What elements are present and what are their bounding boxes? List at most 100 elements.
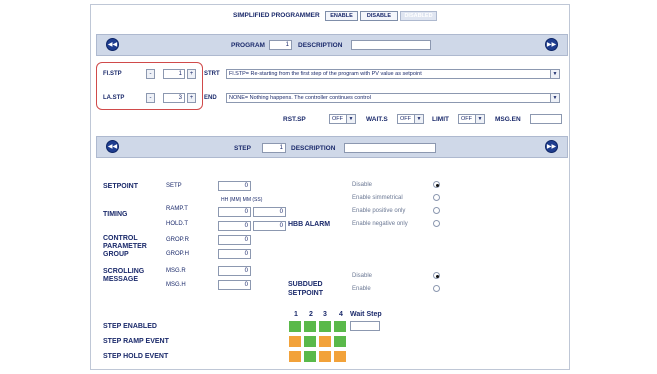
strt-select[interactable]: Fl.STP= Re-starting from the first step … bbox=[226, 69, 560, 79]
chevron-down-icon: ▼ bbox=[550, 94, 559, 102]
grop-h-input[interactable]: 0 bbox=[218, 249, 251, 259]
event-cell[interactable] bbox=[334, 336, 346, 347]
event-cell[interactable] bbox=[289, 351, 301, 362]
event-cell[interactable] bbox=[289, 321, 301, 332]
event-cell[interactable] bbox=[304, 336, 316, 347]
timing-label: TIMING bbox=[103, 211, 128, 218]
event-col-1: 1 bbox=[294, 311, 298, 318]
strt-label: STRT bbox=[204, 71, 220, 77]
prev-program-icon[interactable]: ◀◀ bbox=[106, 38, 119, 51]
subdued-option-label: Disable bbox=[352, 273, 373, 279]
msg-en-input[interactable] bbox=[530, 114, 562, 124]
event-cell[interactable] bbox=[334, 351, 346, 362]
grop-r-label: GROP.R bbox=[166, 237, 189, 243]
event-cell[interactable] bbox=[304, 321, 316, 332]
msg-en-label: MSG.EN bbox=[495, 116, 521, 123]
end-select-value: NONE= Nothing happens. The controller co… bbox=[229, 95, 371, 101]
chevron-down-icon: ▼ bbox=[550, 70, 559, 78]
wait-s-select[interactable]: OFF ▼ bbox=[397, 114, 424, 124]
end-label: END bbox=[204, 95, 217, 101]
hbb-radio-symmetrical[interactable] bbox=[433, 194, 440, 201]
event-cell[interactable] bbox=[319, 321, 331, 332]
grop-h-label: GROP.H bbox=[166, 251, 189, 257]
fl-stp-plus-button[interactable]: + bbox=[187, 69, 196, 79]
hbb-option-label: Enable positive only bbox=[352, 208, 406, 214]
fl-stp-minus-button[interactable]: - bbox=[146, 69, 155, 79]
rst-sp-value: OFF bbox=[332, 116, 343, 122]
program-description-input[interactable] bbox=[351, 40, 431, 50]
hold-t-label: HOLD.T bbox=[166, 221, 189, 227]
hbb-alarm-label: HBB ALARM bbox=[288, 221, 331, 228]
event-cell[interactable] bbox=[289, 336, 301, 347]
next-step-icon[interactable]: ▶▶ bbox=[545, 140, 558, 153]
subdued-radio-enable[interactable] bbox=[433, 285, 440, 292]
program-input[interactable]: 1 bbox=[269, 40, 292, 50]
setp-label: SETP bbox=[166, 183, 182, 189]
msg-r-input[interactable]: 0 bbox=[218, 266, 251, 276]
control-parameter-group-label: CONTROL PARAMETER GROUP bbox=[103, 235, 147, 258]
event-cell[interactable] bbox=[304, 351, 316, 362]
limit-label: LIMIT bbox=[432, 116, 449, 123]
page-title: SIMPLIFIED PROGRAMMER bbox=[233, 12, 320, 19]
la-stp-minus-button[interactable]: - bbox=[146, 93, 155, 103]
event-cell[interactable] bbox=[319, 336, 331, 347]
msg-h-label: MSG.H bbox=[166, 282, 186, 288]
ramp-t-label: RAMP.T bbox=[166, 206, 188, 212]
end-select[interactable]: NONE= Nothing happens. The controller co… bbox=[226, 93, 560, 103]
wait-step-input[interactable] bbox=[350, 321, 380, 331]
la-stp-label: LA.STP bbox=[103, 95, 125, 101]
ramp-hh-input[interactable]: 0 bbox=[218, 207, 251, 217]
event-col-4: 4 bbox=[339, 311, 343, 318]
msg-r-label: MSG.R bbox=[166, 268, 186, 274]
fl-stp-input[interactable]: 1 bbox=[163, 69, 185, 79]
prev-step-icon[interactable]: ◀◀ bbox=[106, 140, 119, 153]
strt-select-value: Fl.STP= Re-starting from the first step … bbox=[229, 71, 422, 77]
hbb-radio-negative[interactable] bbox=[433, 220, 440, 227]
event-col-2: 2 bbox=[309, 311, 313, 318]
step-enabled-label: STEP ENABLED bbox=[103, 323, 157, 330]
hold-hh-input[interactable]: 0 bbox=[218, 221, 251, 231]
chevron-down-icon: ▼ bbox=[346, 115, 355, 123]
subdued-option-label: Enable bbox=[352, 286, 371, 292]
chevron-down-icon: ▼ bbox=[414, 115, 423, 123]
subdued-setpoint-label: SUBDUED SETPOINT bbox=[288, 281, 324, 297]
timing-header: HH (MM) MM (SS) bbox=[221, 197, 263, 203]
next-program-icon[interactable]: ▶▶ bbox=[545, 38, 558, 51]
wait-s-value: OFF bbox=[400, 116, 411, 122]
la-stp-input[interactable]: 3 bbox=[163, 93, 185, 103]
programmer-panel bbox=[90, 4, 570, 370]
hbb-option-label: Enable negative only bbox=[352, 221, 408, 227]
step-input[interactable]: 1 bbox=[262, 143, 286, 153]
wait-step-label: Wait Step bbox=[350, 311, 382, 318]
msg-h-input[interactable]: 0 bbox=[218, 280, 251, 290]
disable-button[interactable]: DISABLE bbox=[360, 11, 398, 21]
limit-value: OFF bbox=[461, 116, 472, 122]
event-cell[interactable] bbox=[319, 351, 331, 362]
grop-r-input[interactable]: 0 bbox=[218, 235, 251, 245]
chevron-down-icon: ▼ bbox=[475, 115, 484, 123]
subdued-radio-disable[interactable] bbox=[433, 272, 440, 279]
setpoint-label: SETPOINT bbox=[103, 183, 139, 190]
hbb-option-label: Enable simmetrical bbox=[352, 195, 403, 201]
step-description-input[interactable] bbox=[344, 143, 436, 153]
hbb-radio-disable[interactable] bbox=[433, 181, 440, 188]
la-stp-plus-button[interactable]: + bbox=[187, 93, 196, 103]
event-cell[interactable] bbox=[334, 321, 346, 332]
program-label: PROGRAM bbox=[231, 42, 265, 49]
step-label: STEP bbox=[234, 145, 251, 152]
hold-mm-input[interactable]: 0 bbox=[253, 221, 286, 231]
program-description-label: DESCRIPTION bbox=[298, 42, 343, 49]
rst-sp-label: RST.SP bbox=[283, 116, 306, 123]
setp-input[interactable]: 0 bbox=[218, 181, 251, 191]
scrolling-message-label: SCROLLING MESSAGE bbox=[103, 268, 145, 283]
wait-s-label: WAIT.S bbox=[366, 116, 388, 123]
rst-sp-select[interactable]: OFF ▼ bbox=[329, 114, 356, 124]
ramp-mm-input[interactable]: 0 bbox=[253, 207, 286, 217]
hbb-radio-positive[interactable] bbox=[433, 207, 440, 214]
step-description-label: DESCRIPTION bbox=[291, 145, 336, 152]
enable-button[interactable]: ENABLE bbox=[325, 11, 358, 21]
hbb-option-label: Disable bbox=[352, 182, 373, 188]
event-col-3: 3 bbox=[323, 311, 327, 318]
limit-select[interactable]: OFF ▼ bbox=[458, 114, 485, 124]
step-hold-event-label: STEP HOLD EVENT bbox=[103, 353, 169, 360]
